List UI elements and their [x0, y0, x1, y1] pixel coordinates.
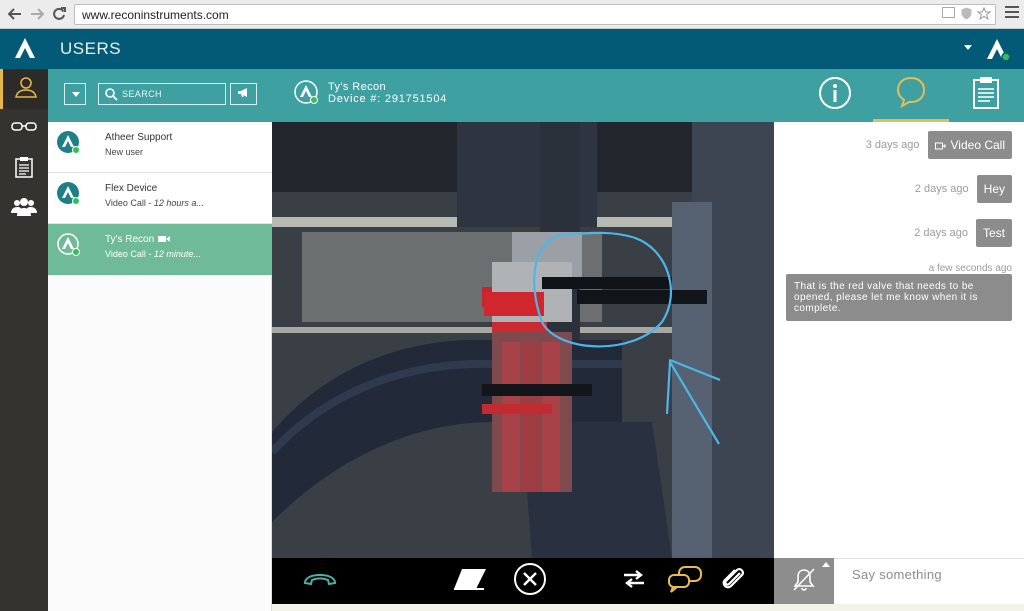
search-input[interactable]	[122, 84, 222, 104]
filter-dropdown-button[interactable]	[64, 83, 86, 105]
recon-logo-icon[interactable]	[12, 36, 38, 62]
tab-notes[interactable]	[948, 69, 1024, 122]
mute-notifications-button[interactable]	[774, 558, 834, 604]
rail-item-reports[interactable]	[0, 149, 48, 189]
attach-button[interactable]	[717, 565, 751, 597]
info-icon	[818, 76, 852, 115]
page-icon[interactable]	[941, 7, 955, 21]
megaphone-icon	[237, 85, 250, 103]
swap-button[interactable]	[617, 565, 651, 597]
clipboard-icon	[972, 76, 1000, 115]
chat-bubbles-icon	[667, 565, 703, 598]
message: 2 days ago Test	[914, 219, 1012, 247]
bottom-strip	[272, 604, 1024, 611]
clipboard-icon	[15, 156, 33, 183]
video-camera-icon	[934, 132, 946, 160]
phone-hangup-icon	[303, 572, 337, 591]
search-box	[98, 83, 226, 105]
list-item[interactable]: Atheer Support New user	[48, 122, 272, 173]
avatar	[57, 182, 81, 206]
paperclip-icon	[720, 565, 748, 598]
close-button[interactable]	[513, 562, 547, 597]
list-toolbar	[48, 69, 272, 122]
hamburger-menu-icon[interactable]	[1005, 6, 1019, 20]
message-input[interactable]	[852, 565, 1017, 583]
avatar	[57, 131, 81, 155]
chat-panel: 3 days ago Video Call 2 days ago Hey 2 d…	[774, 122, 1024, 558]
message-bubble: Hey	[976, 175, 1012, 203]
app-window: www.reconinstruments.com USERS SEARCH At…	[0, 0, 1024, 611]
chat-button[interactable]	[668, 565, 702, 597]
broadcast-button[interactable]	[230, 83, 257, 105]
bookmark-star-icon[interactable]	[976, 6, 992, 21]
chat-bubble-icon	[896, 76, 926, 113]
tab-chat[interactable]	[873, 69, 949, 122]
notifications-off-icon	[791, 566, 817, 597]
message-time: 2 days ago	[914, 183, 969, 195]
message-time: 2 days ago	[914, 227, 968, 239]
video-feed[interactable]	[272, 122, 774, 558]
address-bar[interactable]: www.reconinstruments.com	[74, 4, 996, 25]
rail-item-devices[interactable]	[0, 109, 48, 149]
device-number: Device #: 291751504	[328, 93, 448, 105]
rail-item-groups[interactable]	[0, 189, 48, 229]
message-bubble: Video Call	[927, 131, 1012, 160]
rail-item-users[interactable]	[0, 69, 48, 109]
url-text: www.reconinstruments.com	[82, 8, 229, 22]
list-item[interactable]: Flex Device Video Call - 12 hours a...	[48, 173, 272, 224]
contact-status: Video Call - 12 minute...	[105, 249, 201, 259]
reload-icon[interactable]	[50, 5, 68, 23]
profile-avatar[interactable]	[984, 36, 1012, 64]
hang-up-button[interactable]	[303, 565, 337, 597]
address-bar-icons	[941, 6, 992, 21]
contact-name: Flex Device	[105, 183, 158, 194]
eraser-button[interactable]	[453, 565, 487, 597]
side-rail	[0, 69, 48, 611]
list-item[interactable]: Ty's Recon Video Call - 12 minute...	[48, 224, 272, 275]
message: 2 days ago Hey	[915, 175, 1012, 203]
message: 3 days ago Video Call	[866, 131, 1012, 159]
swap-arrows-icon	[622, 569, 646, 594]
shield-icon[interactable]	[959, 7, 973, 21]
conversation-header: Ty's Recon Device #: 291751504	[272, 69, 1024, 122]
avatar	[294, 80, 320, 106]
video-frame	[272, 122, 774, 558]
contact-status: Video Call - 12 hours a...	[105, 198, 204, 208]
glasses-icon	[11, 120, 37, 138]
group-icon	[11, 197, 37, 222]
video-camera-icon	[158, 235, 171, 246]
message-time: a few seconds ago	[928, 263, 1012, 274]
contact-name: Ty's Recon	[105, 234, 171, 246]
contact-status: New user	[105, 147, 144, 157]
tab-info[interactable]	[797, 69, 873, 122]
app-header: USERS	[0, 29, 1024, 69]
eraser-icon	[452, 567, 488, 596]
contact-name: Atheer Support	[105, 132, 173, 143]
close-circle-icon	[513, 562, 547, 601]
contact-list: Atheer Support New user Flex Device Vide…	[48, 122, 272, 611]
user-icon	[14, 75, 38, 104]
conversation-name: Ty's Recon	[328, 81, 387, 93]
back-arrow-icon[interactable]	[6, 5, 24, 23]
forward-arrow-icon[interactable]	[28, 5, 46, 23]
call-controls	[272, 558, 774, 604]
message-time: 3 days ago	[865, 139, 920, 151]
message-composer	[834, 558, 1024, 604]
avatar	[57, 233, 81, 257]
page-title: USERS	[60, 39, 122, 58]
browser-toolbar: www.reconinstruments.com	[0, 0, 1024, 29]
message-bubble: That is the red valve that needs to be o…	[786, 274, 1012, 321]
chevron-down-icon[interactable]	[964, 45, 972, 50]
message-bubble: Test	[975, 219, 1012, 247]
search-icon	[104, 87, 118, 101]
